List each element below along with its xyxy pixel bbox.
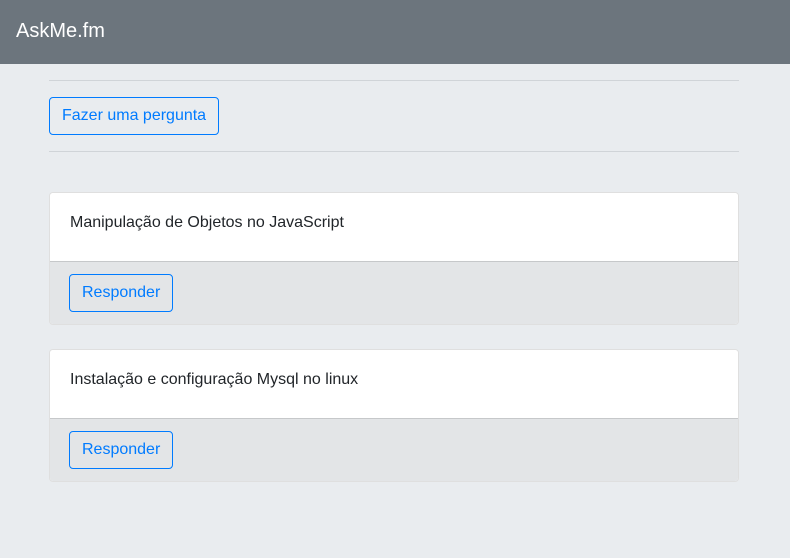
question-card-footer: Responder <box>50 261 738 324</box>
ask-question-button[interactable]: Fazer uma pergunta <box>49 97 220 135</box>
question-title: Instalação e configuração Mysql no linux <box>50 350 738 418</box>
divider-top <box>49 80 739 81</box>
navbar: AskMe.fm <box>0 0 790 64</box>
question-title: Manipulação de Objetos no JavaScript <box>50 193 738 261</box>
question-card: Manipulação de Objetos no JavaScript Res… <box>49 192 739 325</box>
reply-button[interactable]: Responder <box>69 274 174 312</box>
main-container: Fazer uma pergunta Manipulação de Objeto… <box>49 80 739 482</box>
divider-bottom <box>49 151 739 152</box>
question-card-footer: Responder <box>50 418 738 481</box>
brand-link[interactable]: AskMe.fm <box>16 21 105 41</box>
reply-button[interactable]: Responder <box>69 431 174 469</box>
question-card: Instalação e configuração Mysql no linux… <box>49 349 739 482</box>
